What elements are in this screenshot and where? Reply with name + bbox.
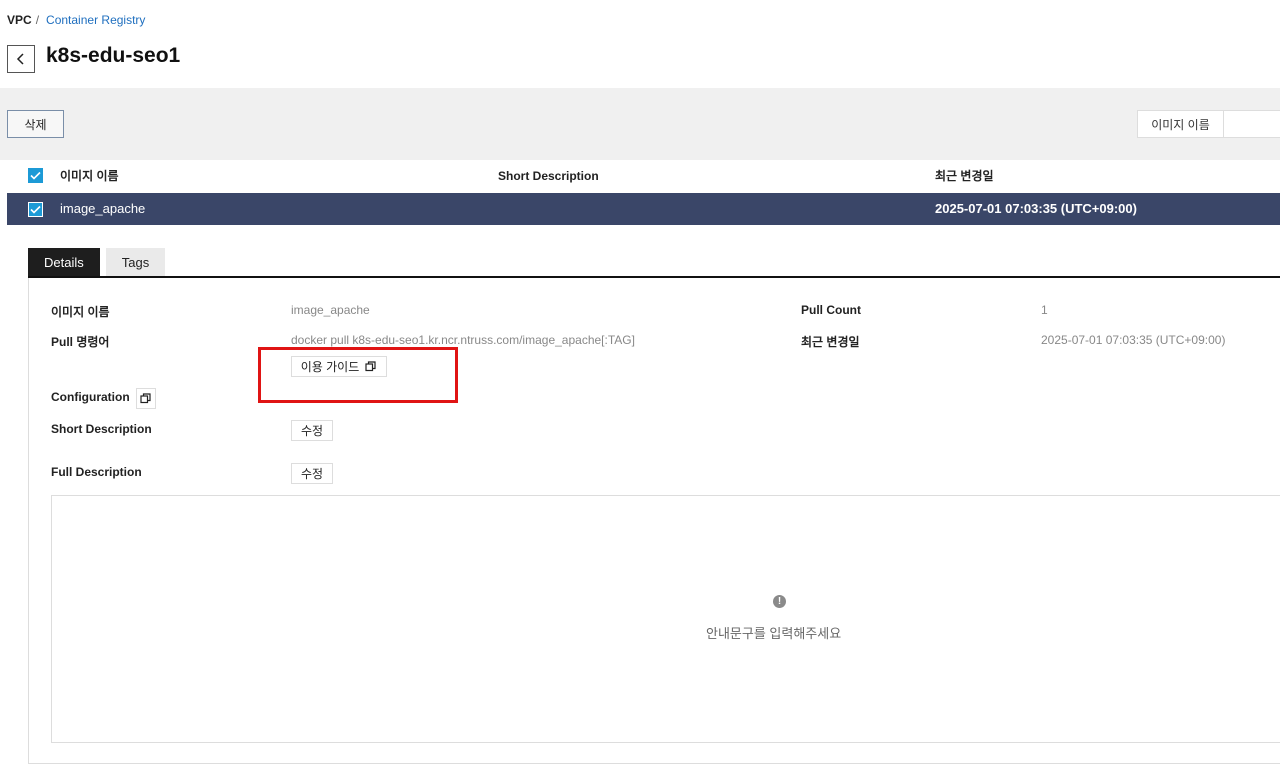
check-icon [30, 205, 41, 214]
full-description-box[interactable] [51, 495, 1280, 743]
highlight-box [258, 347, 458, 403]
chevron-left-icon [16, 53, 24, 65]
row-checkbox[interactable] [28, 202, 43, 217]
toolbar: 삭제 이미지 이름 [0, 88, 1280, 160]
select-all-checkbox[interactable] [28, 168, 43, 183]
full-description-placeholder: 안내문구를 입력해주세요 [706, 626, 842, 641]
column-header-short-description[interactable]: Short Description [498, 160, 599, 192]
edit-short-description-button[interactable]: 수정 [291, 420, 333, 441]
table-row[interactable]: image_apache 2025-07-01 07:03:35 (UTC+09… [7, 193, 1280, 225]
pull-count-value: 1 [1041, 303, 1048, 317]
breadcrumb: VPC / Container Registry [7, 13, 145, 27]
breadcrumb-link-container-registry[interactable]: Container Registry [46, 13, 145, 27]
detail-tabs: Details Tags [28, 248, 166, 277]
search-input[interactable] [1223, 110, 1280, 138]
pull-command-value: docker pull k8s-edu-seo1.kr.ncr.ntruss.c… [291, 333, 635, 347]
modified-value: 2025-07-01 07:03:35 (UTC+09:00) [1041, 333, 1226, 347]
pull-command-label: Pull 명령어 [51, 335, 110, 349]
page-title: k8s-edu-seo1 [46, 44, 181, 67]
delete-button[interactable]: 삭제 [7, 110, 64, 138]
tab-details[interactable]: Details [28, 248, 100, 276]
page: VPC / Container Registry k8s-edu-seo1 삭제… [0, 0, 1280, 771]
column-header-modified[interactable]: 최근 변경일 [935, 160, 994, 192]
breadcrumb-root: VPC [7, 13, 32, 27]
check-icon [30, 171, 41, 180]
configuration-label: Configuration [51, 390, 130, 404]
pull-count-label: Pull Count [801, 303, 861, 317]
row-modified: 2025-07-01 07:03:35 (UTC+09:00) [935, 201, 1137, 216]
configuration-copy-button[interactable] [136, 388, 156, 409]
image-name-label: 이미지 이름 [51, 305, 110, 319]
short-description-label: Short Description [51, 422, 152, 436]
table-header: 이미지 이름 Short Description 최근 변경일 [7, 160, 1280, 192]
info-icon: ! [773, 595, 786, 608]
image-name-value: image_apache [291, 303, 370, 317]
full-description-label: Full Description [51, 465, 142, 479]
tab-tags[interactable]: Tags [105, 248, 166, 276]
edit-full-description-button[interactable]: 수정 [291, 463, 333, 484]
row-image-name: image_apache [60, 201, 146, 216]
breadcrumb-separator: / [35, 13, 40, 27]
tab-underline [28, 276, 1280, 278]
column-header-image-name[interactable]: 이미지 이름 [60, 160, 119, 192]
modified-label: 최근 변경일 [801, 335, 860, 349]
search-field-select[interactable]: 이미지 이름 [1137, 110, 1224, 138]
copy-icon [140, 392, 152, 405]
back-button[interactable] [7, 45, 35, 73]
